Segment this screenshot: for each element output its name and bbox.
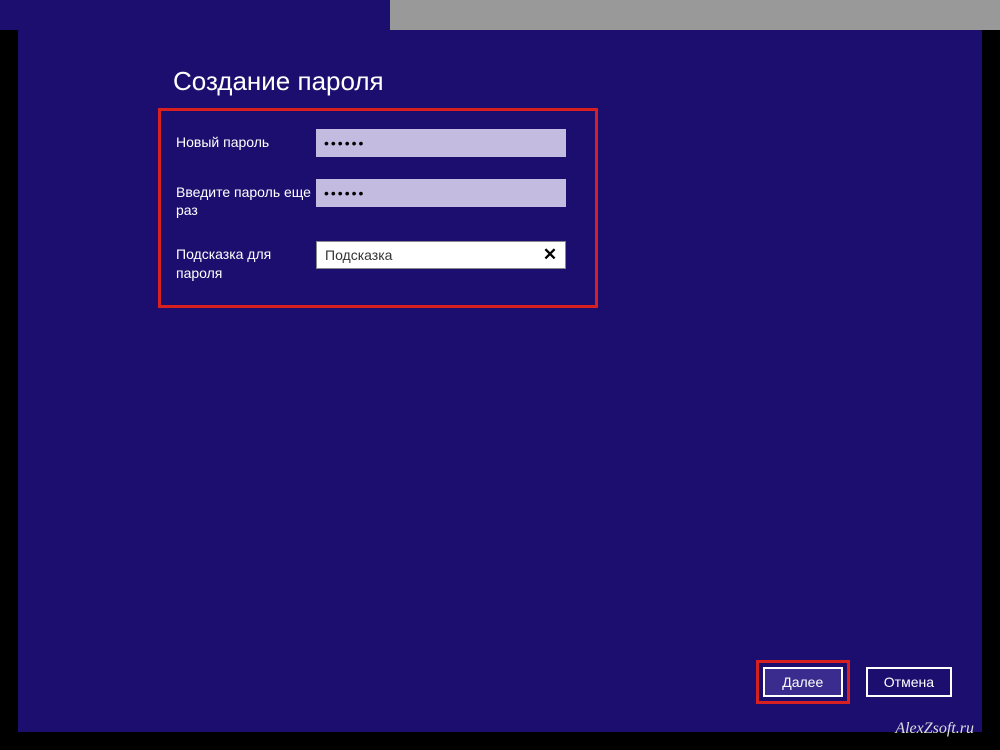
page-title: Создание пароля bbox=[173, 66, 384, 97]
confirm-password-label: Введите пароль еще раз bbox=[176, 179, 316, 219]
clear-icon[interactable]: ✕ bbox=[538, 243, 562, 267]
form-highlight-box: Новый пароль Введите пароль еще раз Подс… bbox=[158, 108, 598, 308]
confirm-password-row: Введите пароль еще раз bbox=[176, 179, 585, 219]
hint-row: Подсказка для пароля ✕ bbox=[176, 241, 585, 281]
confirm-password-input[interactable] bbox=[316, 179, 566, 207]
main-panel: Создание пароля Новый пароль Введите пар… bbox=[18, 30, 982, 732]
next-button-highlight: Далее bbox=[756, 660, 850, 704]
new-password-input[interactable] bbox=[316, 129, 566, 157]
window-titlebar-accent bbox=[0, 0, 390, 30]
hint-label: Подсказка для пароля bbox=[176, 241, 316, 281]
window-titlebar bbox=[0, 0, 1000, 30]
cancel-button[interactable]: Отмена bbox=[866, 667, 952, 697]
hint-input[interactable] bbox=[316, 241, 566, 269]
hint-input-wrapper: ✕ bbox=[316, 241, 566, 269]
next-button[interactable]: Далее bbox=[763, 667, 843, 697]
new-password-row: Новый пароль bbox=[176, 129, 585, 157]
new-password-label: Новый пароль bbox=[176, 129, 316, 151]
button-bar: Далее Отмена bbox=[756, 660, 952, 704]
watermark-label: AlexZsoft.ru bbox=[895, 720, 974, 738]
